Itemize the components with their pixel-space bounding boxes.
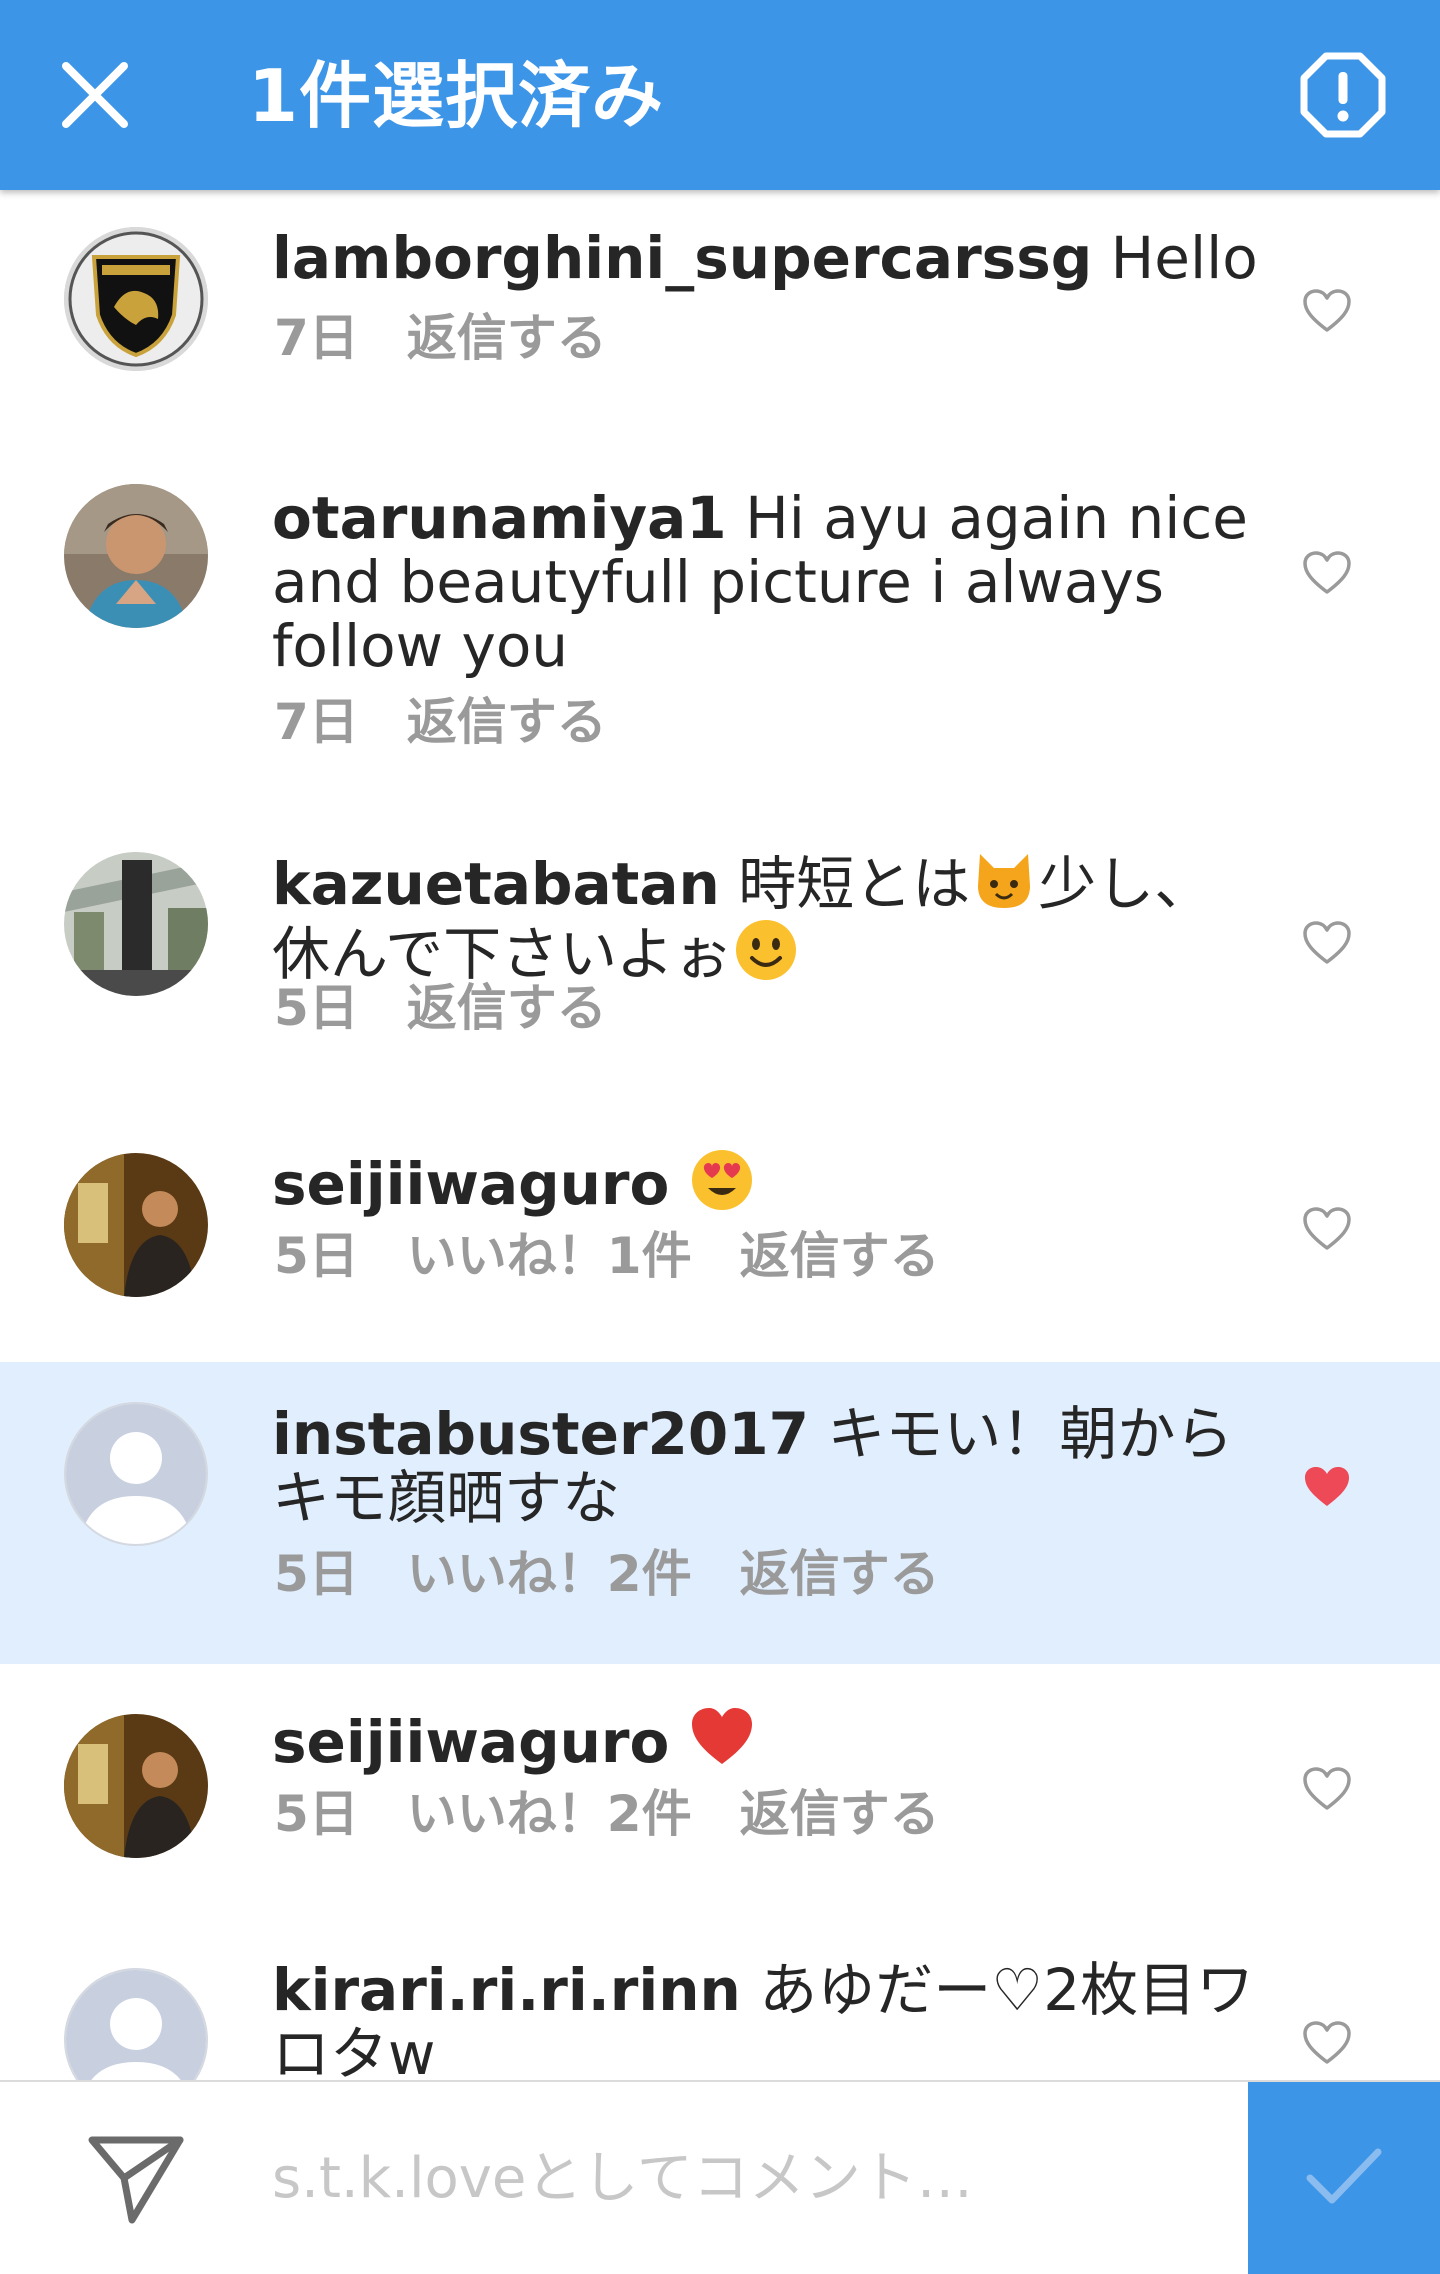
comment-time: 7日 bbox=[274, 309, 359, 367]
avatar[interactable] bbox=[64, 1153, 208, 1297]
comment-username[interactable]: kazuetabatan bbox=[272, 850, 720, 918]
send-icon bbox=[88, 2136, 184, 2224]
likes-count[interactable]: いいね！1件 bbox=[407, 1227, 692, 1285]
reply-link[interactable]: 返信する bbox=[407, 979, 607, 1037]
avatar[interactable] bbox=[64, 1402, 208, 1546]
like-button[interactable] bbox=[1302, 1464, 1352, 1510]
comment-row[interactable]: seijiiwaguro 5日 いいね！1件 返信する bbox=[0, 1110, 1440, 1362]
comment-row[interactable]: lamborghini_supercarssg Hello 7日 返信する bbox=[0, 190, 1440, 450]
comment-text: kazuetabatan 時短とは 少し、休んで下さいよぉ bbox=[272, 846, 1262, 986]
comment-text: seijiiwaguro bbox=[272, 1704, 1262, 1774]
comment-input[interactable] bbox=[270, 2122, 1234, 2234]
comment-body: Hello bbox=[1092, 224, 1258, 292]
comment-text: instabuster2017 キモい！朝からキモ顔晒すな bbox=[272, 1402, 1262, 1530]
heart-outline-icon bbox=[1303, 1207, 1351, 1250]
comment-username[interactable]: kirari.ri.ri.rinn bbox=[272, 1956, 741, 2024]
comment-list[interactable]: lamborghini_supercarssg Hello 7日 返信する ota… bbox=[0, 190, 1440, 2080]
direct-send-button[interactable] bbox=[86, 2130, 186, 2226]
avatar[interactable] bbox=[64, 852, 208, 996]
checkmark-icon bbox=[1306, 2148, 1382, 2204]
reply-link[interactable]: 返信する bbox=[740, 1785, 940, 1843]
reply-link[interactable]: 返信する bbox=[740, 1545, 940, 1603]
comment-time: 7日 bbox=[274, 693, 359, 751]
comment-meta: 7日 返信する bbox=[274, 308, 655, 368]
comment-text: kirari.ri.ri.rinn あゆだー♡2枚目ワロタw bbox=[272, 1958, 1262, 2080]
comment-username[interactable]: instabuster2017 bbox=[272, 1400, 809, 1468]
photo-avatar bbox=[64, 1714, 208, 1858]
comment-meta: 7日 返信する bbox=[274, 692, 655, 752]
reply-link[interactable]: 返信する bbox=[407, 693, 607, 751]
comment-time: 5日 bbox=[274, 1545, 359, 1603]
comment-row[interactable]: seijiiwaguro 5日 いいね！2件 返信する bbox=[0, 1664, 1440, 1918]
comment-meta: 5日 いいね！1件 返信する bbox=[274, 1226, 988, 1286]
report-button[interactable] bbox=[1300, 52, 1386, 138]
avatar[interactable] bbox=[64, 227, 208, 371]
comment-meta: 5日 返信する bbox=[274, 978, 655, 1038]
comment-body: 時短とは bbox=[719, 850, 971, 918]
like-button[interactable] bbox=[1302, 288, 1352, 334]
heart-outline-icon bbox=[1303, 2021, 1351, 2064]
close-button[interactable] bbox=[58, 58, 132, 132]
comment-row[interactable]: kazuetabatan 時短とは 少し、休んで下さいよぉ 5日 返信する bbox=[0, 810, 1440, 1110]
post-comment-button[interactable] bbox=[1248, 2082, 1440, 2274]
comment-meta: 5日 いいね！2件 返信する bbox=[274, 1544, 988, 1604]
heart-outline-icon bbox=[1303, 921, 1351, 964]
comment-username[interactable]: lamborghini_supercarssg bbox=[272, 224, 1092, 292]
page-title: 1件選択済み bbox=[248, 54, 665, 138]
comment-meta: 5日 いいね！2件 返信する bbox=[274, 1784, 988, 1844]
comment-text: seijiiwaguro bbox=[272, 1146, 1262, 1216]
cat-face-emoji bbox=[978, 854, 1031, 908]
photo-avatar bbox=[64, 1153, 208, 1297]
comment-text: otarunamiya1 Hi ayu again nice and beaut… bbox=[272, 486, 1262, 678]
reply-link[interactable]: 返信する bbox=[407, 309, 607, 367]
comment-time: 5日 bbox=[274, 979, 359, 1037]
default-avatar bbox=[66, 1404, 206, 1544]
like-button[interactable] bbox=[1302, 920, 1352, 966]
avatar[interactable] bbox=[64, 484, 208, 628]
avatar[interactable] bbox=[64, 1714, 208, 1858]
comment-row-selected[interactable]: instabuster2017 キモい！朝からキモ顔晒すな 5日 いいね！2件 返信… bbox=[0, 1362, 1440, 1664]
like-button[interactable] bbox=[1302, 550, 1352, 596]
red-heart-emoji bbox=[691, 1708, 752, 1764]
close-icon bbox=[62, 62, 128, 128]
likes-count[interactable]: いいね！2件 bbox=[407, 1545, 692, 1603]
comment-row[interactable]: otarunamiya1 Hi ayu again nice and beaut… bbox=[0, 450, 1440, 810]
like-button[interactable] bbox=[1302, 1206, 1352, 1252]
comment-composer bbox=[0, 2080, 1440, 2274]
comment-time: 5日 bbox=[274, 1227, 359, 1285]
lamborghini-logo-avatar bbox=[64, 227, 208, 371]
comment-text: lamborghini_supercarssg Hello bbox=[272, 226, 1262, 290]
photo-avatar bbox=[64, 852, 208, 996]
comment-username[interactable]: seijiiwaguro bbox=[272, 1150, 669, 1218]
photo-avatar bbox=[64, 484, 208, 628]
comment-username[interactable]: otarunamiya1 bbox=[272, 484, 727, 552]
like-button[interactable] bbox=[1302, 1766, 1352, 1812]
report-icon bbox=[1300, 52, 1386, 138]
heart-outline-icon bbox=[1303, 289, 1351, 332]
action-bar: 1件選択済み bbox=[0, 0, 1440, 190]
like-button[interactable] bbox=[1302, 2020, 1352, 2066]
comment-time: 5日 bbox=[274, 1785, 359, 1843]
default-avatar bbox=[66, 1970, 206, 2080]
heart-filled-icon bbox=[1305, 1467, 1349, 1506]
likes-count[interactable]: いいね！2件 bbox=[407, 1785, 692, 1843]
comment-username[interactable]: seijiiwaguro bbox=[272, 1708, 669, 1776]
smiling-face-emoji bbox=[735, 920, 796, 980]
heart-eyes-emoji bbox=[691, 1150, 752, 1210]
avatar[interactable] bbox=[64, 1968, 208, 2080]
heart-outline-icon bbox=[1303, 1767, 1351, 1810]
heart-outline-icon bbox=[1303, 551, 1351, 594]
comment-row[interactable]: kirari.ri.ri.rinn あゆだー♡2枚目ワロタw bbox=[0, 1918, 1440, 2080]
reply-link[interactable]: 返信する bbox=[740, 1227, 940, 1285]
